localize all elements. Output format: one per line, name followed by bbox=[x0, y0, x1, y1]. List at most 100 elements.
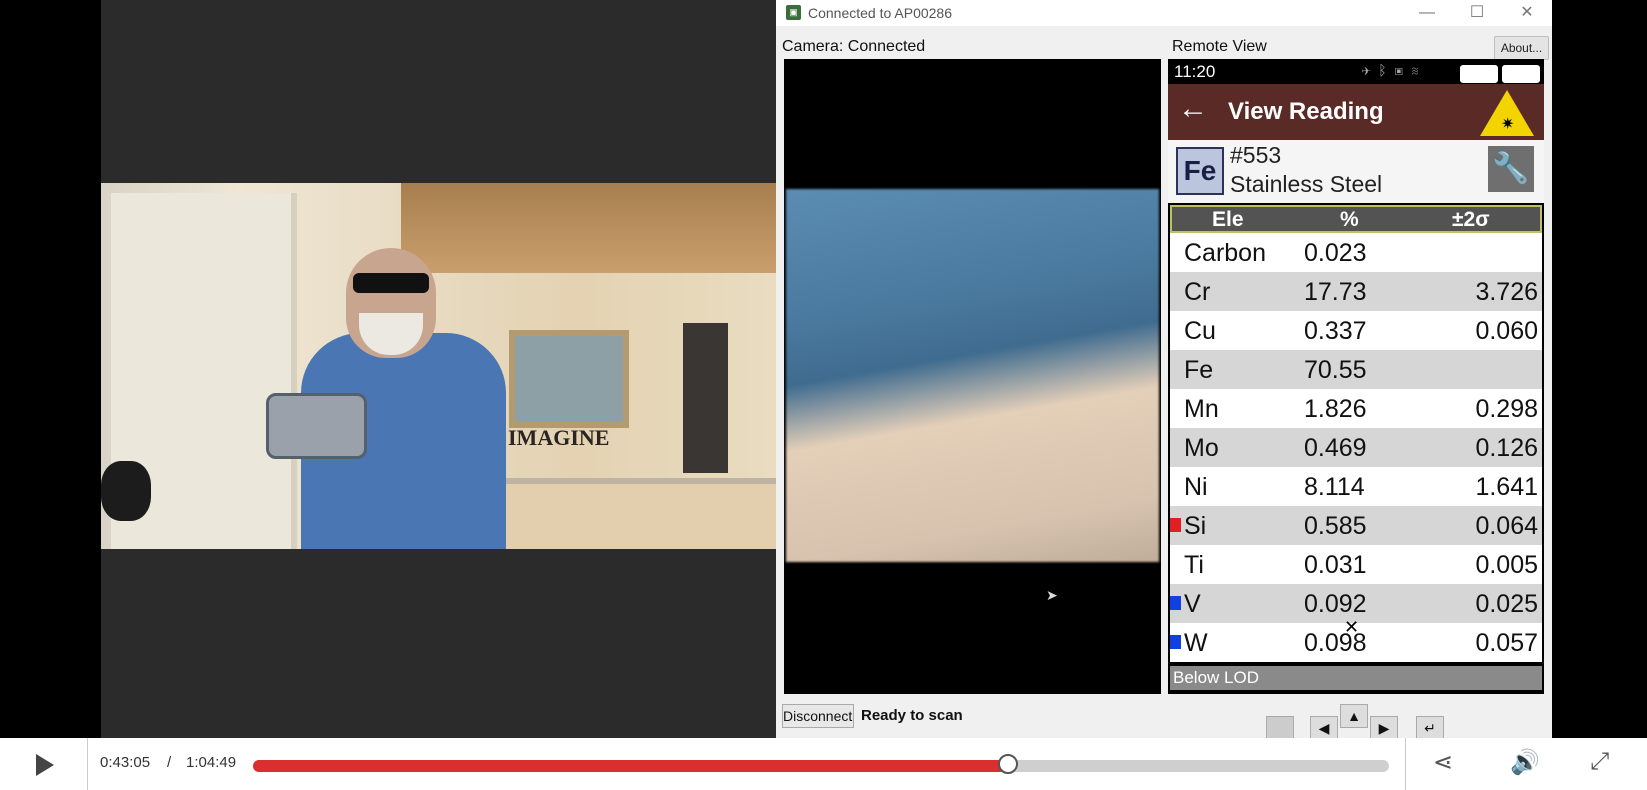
progress-thumb[interactable] bbox=[998, 754, 1019, 774]
close-button[interactable]: ✕ bbox=[1512, 2, 1542, 24]
about-button[interactable]: About... bbox=[1494, 36, 1549, 60]
header-title: View Reading bbox=[1228, 98, 1384, 125]
video-player-controls: 0:43:05 / 1:04:49 ⋖ 🔊 ⤢ bbox=[0, 738, 1647, 790]
webcam-feed: IMAGINE bbox=[101, 183, 776, 549]
camera-image bbox=[786, 189, 1159, 562]
reading-type: Stainless Steel bbox=[1230, 171, 1383, 197]
element-cell: Ti bbox=[1184, 551, 1204, 579]
up-arrow-button[interactable]: ▲ bbox=[1340, 704, 1368, 728]
grinder bbox=[101, 461, 151, 521]
total-time: 1:04:49 bbox=[186, 754, 237, 771]
divider bbox=[87, 738, 88, 790]
table-row[interactable]: Cr 17.73 3.726 bbox=[1170, 272, 1542, 311]
below-lod-bar[interactable]: Below LOD bbox=[1170, 666, 1542, 690]
results-table: Carbon 0.023 Cr 17.73 3.726 Cu 0.337 0.060 Fe 70.… bbox=[1170, 233, 1542, 662]
sigma-cell: 0.025 bbox=[1475, 590, 1538, 618]
element-cell: V bbox=[1184, 590, 1201, 618]
element-cell: Mo bbox=[1184, 434, 1219, 462]
table-row[interactable]: Ti 0.031 0.005 bbox=[1170, 545, 1542, 584]
sigma-cell: 0.060 bbox=[1475, 317, 1538, 345]
percent-cell: 0.023 bbox=[1304, 239, 1367, 267]
scan-status: Ready to scan bbox=[861, 707, 963, 724]
header-bar: ← View Reading ✷ bbox=[1168, 84, 1544, 140]
percent-cell: 0.337 bbox=[1304, 317, 1367, 345]
video-frame: IMAGINE ▣ Connected to AP00286 — ☐ ✕ Cam… bbox=[0, 0, 1647, 740]
percent-cell: 1.826 bbox=[1304, 395, 1367, 423]
camera-status-label: Camera: Connected bbox=[782, 38, 926, 55]
laser-starburst-icon: ✷ bbox=[1501, 116, 1515, 133]
mouse-cursor-icon: ➤ bbox=[1046, 587, 1058, 603]
element-cell: Si bbox=[1184, 512, 1207, 540]
sigma-cell: 0.057 bbox=[1475, 629, 1538, 657]
progress-track[interactable] bbox=[253, 754, 1389, 774]
reading-number: #553 bbox=[1230, 142, 1282, 168]
app-icon: ▣ bbox=[786, 5, 801, 20]
xrf-analyzer-device bbox=[266, 393, 367, 459]
sigma-cell: 3.726 bbox=[1475, 278, 1538, 306]
row-marker-icon bbox=[1170, 635, 1181, 649]
battery-icon bbox=[1460, 65, 1498, 83]
enter-button[interactable]: ↵ bbox=[1416, 716, 1444, 740]
current-time: 0:43:05 bbox=[100, 754, 151, 771]
percent-cell: 17.73 bbox=[1304, 278, 1367, 306]
remote-app-window: ▣ Connected to AP00286 — ☐ ✕ Camera: Con… bbox=[776, 0, 1552, 740]
element-cell: Cu bbox=[1184, 317, 1216, 345]
table-row[interactable]: Ni 8.114 1.641 bbox=[1170, 467, 1542, 506]
element-cell: Fe bbox=[1184, 356, 1214, 384]
table-row[interactable]: Mn 1.826 0.298 bbox=[1170, 389, 1542, 428]
sigma-cell: 0.126 bbox=[1475, 434, 1538, 462]
percent-cell: 0.092 bbox=[1304, 590, 1367, 618]
blank-nav-button[interactable] bbox=[1266, 716, 1294, 740]
table-row[interactable]: Fe 70.55 bbox=[1170, 350, 1542, 389]
table-row[interactable]: Carbon 0.023 bbox=[1170, 233, 1542, 272]
percent-cell: 0.469 bbox=[1304, 434, 1367, 462]
fullscreen-icon[interactable]: ⤢ bbox=[1590, 748, 1609, 776]
bottom-toolbar: Disconnect Ready to scan ◀ ▲ ▶ ↵ bbox=[776, 700, 1552, 740]
wall-picture bbox=[509, 330, 629, 428]
wrench-icon[interactable]: 🔧 bbox=[1488, 146, 1534, 192]
battery-icon-2 bbox=[1502, 65, 1540, 83]
table-row[interactable]: Cu 0.337 0.060 bbox=[1170, 311, 1542, 350]
status-time: 11:20 bbox=[1174, 62, 1216, 81]
element-cell: Mn bbox=[1184, 395, 1219, 423]
volume-icon[interactable]: 🔊 bbox=[1510, 748, 1540, 777]
reading-info: Fe #553 Stainless Steel 🔧 bbox=[1168, 140, 1544, 203]
status-icons: ✈ ᛒ ▣ ≋ bbox=[1362, 62, 1422, 78]
element-badge: Fe bbox=[1176, 147, 1224, 195]
sigma-cell: 0.005 bbox=[1475, 551, 1538, 579]
time-separator: / bbox=[167, 754, 172, 771]
percent-cell: 0.031 bbox=[1304, 551, 1367, 579]
header-ele: Ele bbox=[1212, 208, 1244, 231]
percent-cell: 70.55 bbox=[1304, 356, 1367, 384]
progress-fill bbox=[253, 760, 1009, 772]
counter bbox=[501, 478, 776, 549]
element-cell: Ni bbox=[1184, 473, 1208, 501]
header-sigma: ±2σ bbox=[1452, 208, 1490, 231]
minimize-button[interactable]: — bbox=[1412, 2, 1442, 24]
remote-view-label: Remote View bbox=[1172, 38, 1267, 55]
title-bar: ▣ Connected to AP00286 — ☐ ✕ bbox=[776, 0, 1552, 26]
window-title: Connected to AP00286 bbox=[808, 5, 953, 21]
left-arrow-button[interactable]: ◀ bbox=[1310, 716, 1338, 740]
status-bar: 11:20 ✈ ᛒ ▣ ≋ bbox=[1168, 59, 1544, 84]
disconnect-button[interactable]: Disconnect bbox=[782, 704, 854, 728]
table-row[interactable]: Si 0.585 0.064 bbox=[1170, 506, 1542, 545]
wall-sign: IMAGINE bbox=[508, 425, 610, 450]
header-percent: % bbox=[1340, 208, 1359, 231]
sigma-cell: 1.641 bbox=[1475, 473, 1538, 501]
camera-view: ➤ bbox=[784, 59, 1161, 694]
percent-cell: 8.114 bbox=[1304, 473, 1365, 501]
sigma-cell: 0.064 bbox=[1475, 512, 1538, 540]
play-icon[interactable] bbox=[36, 754, 54, 776]
close-marker-icon: ✕ bbox=[1344, 617, 1360, 637]
share-icon[interactable]: ⋖ bbox=[1433, 748, 1453, 777]
presenter-glasses bbox=[353, 273, 429, 293]
element-cell: W bbox=[1184, 629, 1208, 657]
back-arrow-icon[interactable]: ← bbox=[1178, 92, 1208, 126]
divider bbox=[1405, 738, 1406, 790]
maximize-button[interactable]: ☐ bbox=[1462, 2, 1492, 24]
sigma-cell: 0.298 bbox=[1475, 395, 1538, 423]
right-arrow-button[interactable]: ▶ bbox=[1370, 716, 1398, 740]
table-row[interactable]: Mo 0.469 0.126 bbox=[1170, 428, 1542, 467]
remote-phone-screen: 11:20 ✈ ᛒ ▣ ≋ ← View Reading ✷ Fe #553 S… bbox=[1168, 59, 1544, 694]
